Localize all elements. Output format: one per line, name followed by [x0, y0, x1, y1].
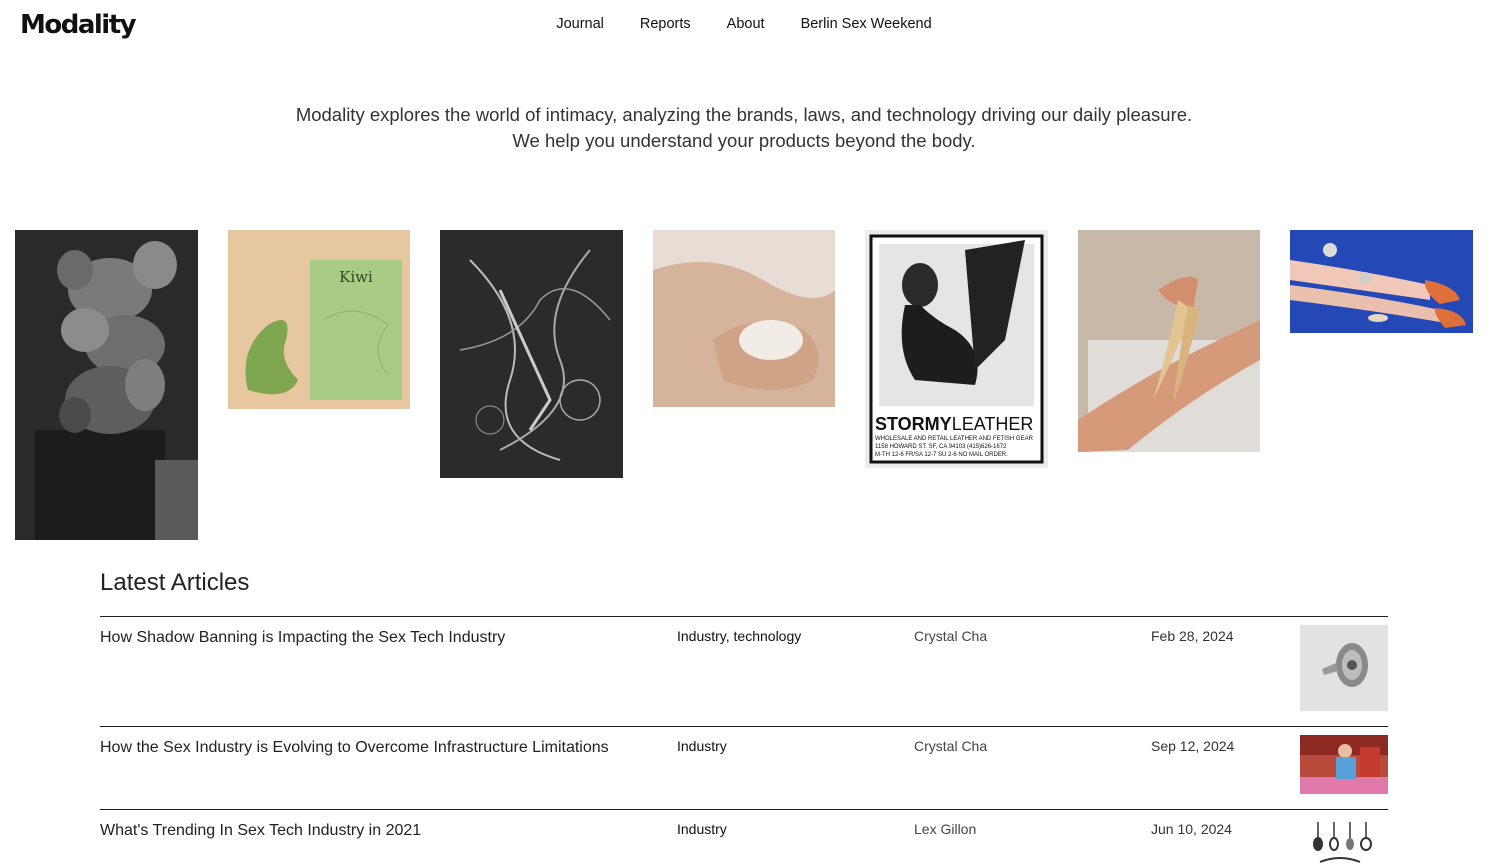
article-thumbnail[interactable] [1300, 735, 1388, 794]
poster-line-1: WHOLESALE AND RETAIL LEATHER AND FETISH … [875, 436, 1034, 442]
intro-text: Modality explores the world of intimacy,… [0, 102, 1488, 154]
main-nav: Journal Reports About Berlin Sex Weekend [0, 16, 1488, 32]
article-category[interactable]: Industry, technology [677, 628, 801, 644]
gallery-image-drawing[interactable] [440, 230, 623, 478]
poster-headline-bold: STORMY [875, 414, 952, 434]
gallery-image-hand-stone[interactable] [653, 230, 835, 407]
article-category[interactable]: Industry [677, 821, 727, 837]
nav-journal[interactable]: Journal [556, 16, 604, 32]
poster-line-3: M-TH 12-6 FR/SA 12-7 SU 2-6 NO MAIL ORDE… [875, 452, 1008, 458]
poster-headline-light: LEATHER [952, 414, 1034, 434]
gallery-image-kiwi[interactable]: Kiwi [228, 230, 410, 409]
article-row[interactable]: How the Sex Industry is Evolving to Over… [100, 726, 1388, 809]
article-title[interactable]: What's Trending In Sex Tech Industry in … [100, 822, 421, 840]
latest-articles-heading: Latest Articles [100, 569, 250, 596]
svg-text:STORMYLEATHER: STORMYLEATHER [875, 414, 1033, 434]
article-category[interactable]: Industry [677, 738, 727, 754]
article-title[interactable]: How Shadow Banning is Impacting the Sex … [100, 629, 505, 647]
nav-reports[interactable]: Reports [640, 16, 691, 32]
article-row[interactable]: How Shadow Banning is Impacting the Sex … [100, 616, 1388, 726]
article-date: Sep 12, 2024 [1151, 738, 1235, 754]
gallery-image-hair-arm[interactable] [1078, 230, 1260, 452]
gallery-image-legs[interactable] [1290, 230, 1473, 333]
articles-list: How Shadow Banning is Impacting the Sex … [100, 616, 1388, 866]
kiwi-box-text: Kiwi [339, 268, 373, 286]
article-title[interactable]: How the Sex Industry is Evolving to Over… [100, 739, 609, 757]
gallery-image-sculpture[interactable] [15, 230, 198, 540]
article-thumbnail[interactable] [1300, 625, 1388, 711]
image-gallery: Kiwi STORMYLEATHER WHOLESALE AND RETAIL … [0, 230, 1500, 550]
article-author: Lex Gillon [914, 821, 977, 837]
gallery-image-stormy-leather-poster[interactable]: STORMYLEATHER WHOLESALE AND RETAIL LEATH… [865, 230, 1048, 468]
article-thumbnail[interactable] [1300, 818, 1388, 866]
poster-line-2: 1158 HOWARD ST. SF, CA 94103 (415)626-16… [875, 444, 1007, 450]
article-row[interactable]: What's Trending In Sex Tech Industry in … [100, 809, 1388, 866]
nav-berlin-sex-weekend[interactable]: Berlin Sex Weekend [801, 16, 932, 32]
article-author: Crystal Cha [914, 738, 988, 754]
nav-about[interactable]: About [727, 16, 765, 32]
article-date: Feb 28, 2024 [1151, 628, 1234, 644]
intro-line-1: Modality explores the world of intimacy,… [295, 104, 1193, 125]
article-date: Jun 10, 2024 [1151, 821, 1232, 837]
article-author: Crystal Cha [914, 628, 988, 644]
intro-line-2: We help you understand your products bey… [512, 130, 976, 151]
